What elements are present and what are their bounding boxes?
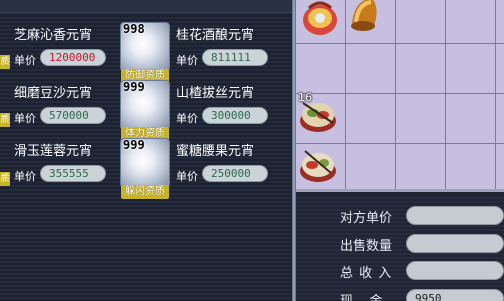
trade-info-panel: 对方单价 出售数量 总 收 入 现 金 9950 bbox=[296, 195, 504, 301]
price-label: 单价 bbox=[14, 112, 36, 125]
item-quantity: 999 bbox=[123, 80, 145, 94]
gift-bag-icon[interactable] bbox=[299, 0, 341, 38]
goods-name: 桂花酒酿元宵 bbox=[176, 28, 255, 43]
goods-name: 细磨豆沙元宵 bbox=[14, 86, 93, 101]
food-bowl-icon[interactable] bbox=[297, 143, 339, 185]
opponent-price-field bbox=[406, 206, 504, 225]
price-field: 811111 bbox=[202, 49, 268, 66]
food-bowl-icon[interactable]: 16 bbox=[297, 91, 339, 135]
quality-tag: 躲闪资质 bbox=[121, 185, 169, 199]
price-label: 单价 bbox=[14, 170, 36, 183]
goods-item[interactable]: 998 防御资质 桂花酒酿元宵 单价 811111 bbox=[120, 22, 268, 84]
cash-label: 现 金 bbox=[340, 290, 383, 301]
goods-name: 滑玉莲蓉元宵 bbox=[14, 144, 93, 159]
price-label: 单价 bbox=[176, 112, 198, 125]
sell-quantity-label: 出售数量 bbox=[340, 239, 393, 254]
goods-item[interactable]: 999 躲闪资质 蜜糖腰果元宵 单价 250000 bbox=[120, 138, 268, 200]
cash-field: 9950 bbox=[406, 289, 504, 301]
goods-name: 山楂拔丝元宵 bbox=[176, 86, 255, 101]
sell-quantity-input[interactable] bbox=[406, 234, 504, 253]
goods-panel: 质 质 质 芝麻沁香元宵 单价 1200000 998 防御资质 桂花酒酿元宵 … bbox=[0, 0, 292, 301]
sell-quantity-row: 出售数量 bbox=[296, 232, 504, 256]
goods-item[interactable]: 滑玉莲蓉元宵 单价 355555 bbox=[0, 138, 106, 200]
goods-name: 芝麻沁香元宵 bbox=[14, 28, 93, 43]
price-field: 1200000 bbox=[40, 49, 106, 66]
goods-item[interactable]: 芝麻沁香元宵 单价 1200000 bbox=[0, 22, 106, 84]
price-field: 570000 bbox=[40, 107, 106, 124]
item-quantity: 999 bbox=[123, 138, 145, 152]
inventory-grid[interactable]: 16 bbox=[296, 0, 504, 192]
bell-icon[interactable] bbox=[344, 0, 386, 36]
price-label: 单价 bbox=[14, 54, 36, 67]
cash-row: 现 金 9950 bbox=[296, 287, 504, 301]
total-income-label: 总 收 入 bbox=[340, 266, 393, 281]
item-quantity: 998 bbox=[123, 22, 145, 36]
price-label: 单价 bbox=[176, 170, 198, 183]
price-field: 300000 bbox=[202, 107, 268, 124]
price-field: 355555 bbox=[40, 165, 106, 182]
price-field: 250000 bbox=[202, 165, 268, 182]
goods-item[interactable]: 细磨豆沙元宵 单价 570000 bbox=[0, 80, 106, 142]
total-income-row: 总 收 入 bbox=[296, 259, 504, 283]
goods-name: 蜜糖腰果元宵 bbox=[176, 144, 255, 159]
price-label: 单价 bbox=[176, 54, 198, 67]
stack-count: 16 bbox=[298, 91, 312, 104]
opponent-price-label: 对方单价 bbox=[340, 211, 393, 226]
goods-item[interactable]: 999 体力资质 山楂拔丝元宵 单价 300000 bbox=[120, 80, 268, 142]
total-income-field bbox=[406, 261, 504, 280]
opponent-price-row: 对方单价 bbox=[296, 204, 504, 228]
